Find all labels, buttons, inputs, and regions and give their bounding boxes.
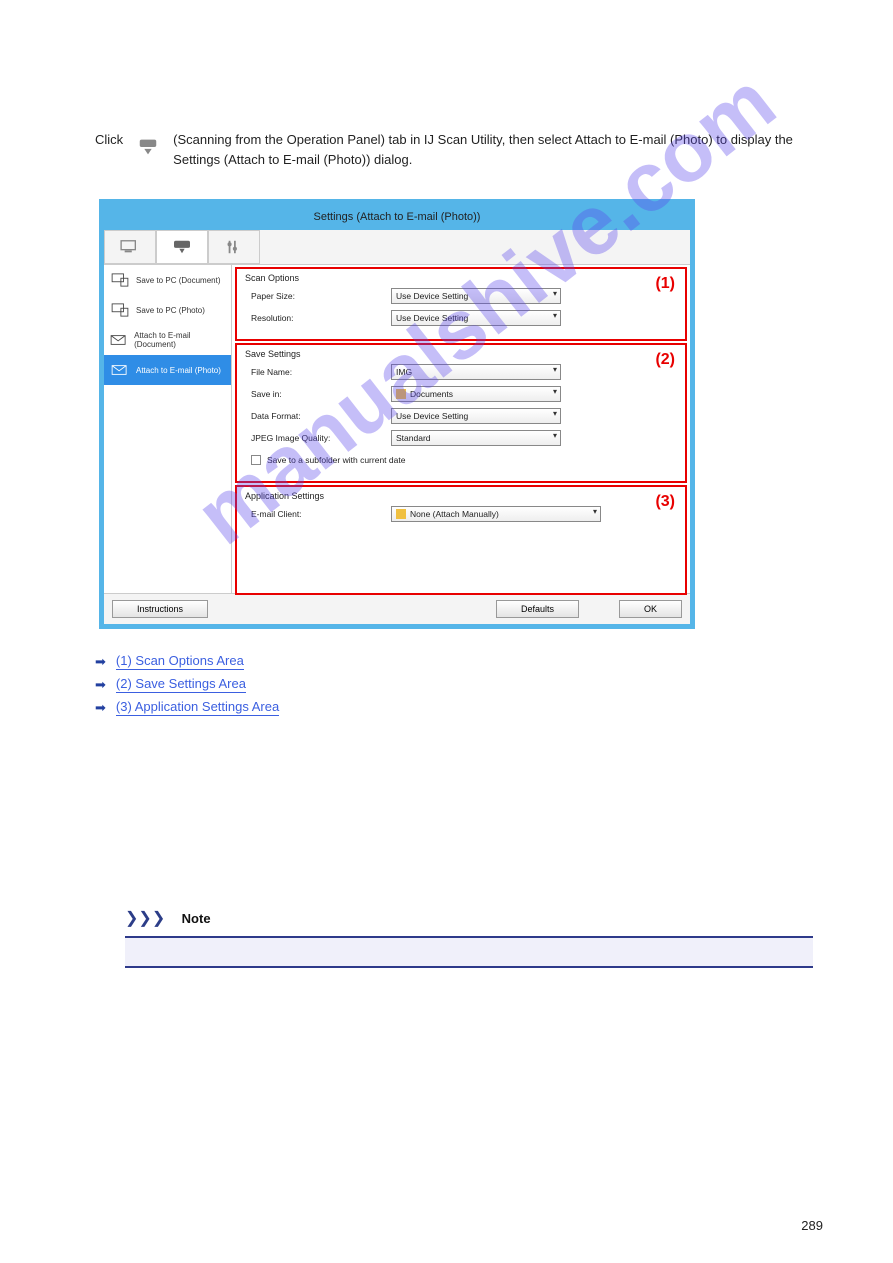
note-heading: Note bbox=[182, 911, 211, 926]
subfolder-label: Save to a subfolder with current date bbox=[267, 455, 405, 465]
save-in-dropdown[interactable]: Documents bbox=[391, 386, 561, 402]
link-save-settings[interactable]: (2) Save Settings Area bbox=[116, 676, 246, 693]
ok-button[interactable]: OK bbox=[619, 600, 682, 618]
section-links: ➡ (1) Scan Options Area ➡ (2) Save Setti… bbox=[95, 653, 823, 716]
folder-icon bbox=[396, 389, 406, 399]
email-doc-icon bbox=[110, 332, 128, 348]
save-in-label: Save in: bbox=[251, 389, 391, 399]
file-name-dropdown[interactable]: IMG bbox=[391, 364, 561, 380]
data-format-dropdown[interactable]: Use Device Setting bbox=[391, 408, 561, 424]
email-client-label: E-mail Client: bbox=[251, 509, 391, 519]
subfolder-checkbox[interactable] bbox=[251, 455, 261, 465]
sidebar-item-label: Save to PC (Document) bbox=[136, 276, 220, 285]
defaults-button[interactable]: Defaults bbox=[496, 600, 579, 618]
jpeg-quality-dropdown[interactable]: Standard bbox=[391, 430, 561, 446]
data-format-label: Data Format: bbox=[251, 411, 391, 421]
dialog-toolbar-tabs bbox=[104, 230, 690, 265]
settings-dialog: Settings (Attach to E-mail (Photo)) Save… bbox=[99, 199, 695, 629]
document-pc-icon bbox=[110, 272, 130, 288]
tab-tools[interactable] bbox=[208, 230, 260, 264]
intro-prefix: Click bbox=[95, 130, 123, 150]
sidebar-item-email-photo[interactable]: Attach to E-mail (Photo) bbox=[104, 355, 231, 385]
sidebar-item-label: Attach to E-mail (Photo) bbox=[136, 366, 221, 375]
tab-monitor[interactable] bbox=[104, 230, 156, 264]
scan-options-title: Scan Options bbox=[245, 273, 677, 283]
tab-scanner[interactable] bbox=[156, 230, 208, 264]
sidebar-item-email-doc[interactable]: Attach to E-mail (Document) bbox=[104, 325, 231, 355]
photo-pc-icon bbox=[110, 302, 130, 318]
sidebar-item-label: Save to PC (Photo) bbox=[136, 306, 205, 315]
folder-icon bbox=[396, 509, 406, 519]
arrow-icon: ➡ bbox=[95, 677, 106, 693]
email-photo-icon bbox=[110, 362, 130, 378]
paper-size-label: Paper Size: bbox=[251, 291, 391, 301]
arrow-icon: ➡ bbox=[95, 654, 106, 670]
email-client-dropdown[interactable]: None (Attach Manually) bbox=[391, 506, 601, 522]
file-name-label: File Name: bbox=[251, 367, 391, 377]
instructions-button[interactable]: Instructions bbox=[112, 600, 208, 618]
link-scan-options[interactable]: (1) Scan Options Area bbox=[116, 653, 244, 670]
resolution-label: Resolution: bbox=[251, 313, 391, 323]
annotation-number-2: (2) bbox=[655, 351, 675, 369]
intro-paragraph: Click (Scanning from the Operation Panel… bbox=[95, 130, 823, 169]
page-number: 289 bbox=[801, 1218, 823, 1233]
main-panel: (1) Scan Options Paper Size: Use Device … bbox=[232, 265, 690, 593]
sidebar: Save to PC (Document) Save to PC (Photo)… bbox=[104, 265, 232, 593]
sidebar-item-save-pc-doc[interactable]: Save to PC (Document) bbox=[104, 265, 231, 295]
jpeg-quality-label: JPEG Image Quality: bbox=[251, 433, 391, 443]
scan-options-section: (1) Scan Options Paper Size: Use Device … bbox=[235, 267, 687, 341]
sidebar-item-save-pc-photo[interactable]: Save to PC (Photo) bbox=[104, 295, 231, 325]
dialog-title: Settings (Attach to E-mail (Photo)) bbox=[104, 204, 690, 230]
resolution-dropdown[interactable]: Use Device Setting bbox=[391, 310, 561, 326]
application-settings-section: (3) Application Settings E-mail Client: … bbox=[235, 485, 687, 595]
save-settings-section: (2) Save Settings File Name: IMG Save in… bbox=[235, 343, 687, 483]
annotation-number-3: (3) bbox=[655, 493, 675, 511]
scanner-icon bbox=[137, 136, 159, 164]
dialog-footer: Instructions Defaults OK bbox=[104, 593, 690, 624]
arrow-icon: ➡ bbox=[95, 700, 106, 716]
annotation-number-1: (1) bbox=[655, 275, 675, 293]
note-chevrons-icon: ❯❯❯ Note bbox=[125, 908, 823, 928]
note-box bbox=[125, 936, 813, 968]
intro-text: (Scanning from the Operation Panel) tab … bbox=[173, 130, 823, 169]
sidebar-item-label: Attach to E-mail (Document) bbox=[134, 331, 225, 349]
email-client-value: None (Attach Manually) bbox=[410, 509, 499, 519]
save-in-value: Documents bbox=[410, 389, 453, 399]
paper-size-dropdown[interactable]: Use Device Setting bbox=[391, 288, 561, 304]
application-settings-title: Application Settings bbox=[245, 491, 677, 501]
save-settings-title: Save Settings bbox=[245, 349, 677, 359]
link-application-settings[interactable]: (3) Application Settings Area bbox=[116, 699, 279, 716]
